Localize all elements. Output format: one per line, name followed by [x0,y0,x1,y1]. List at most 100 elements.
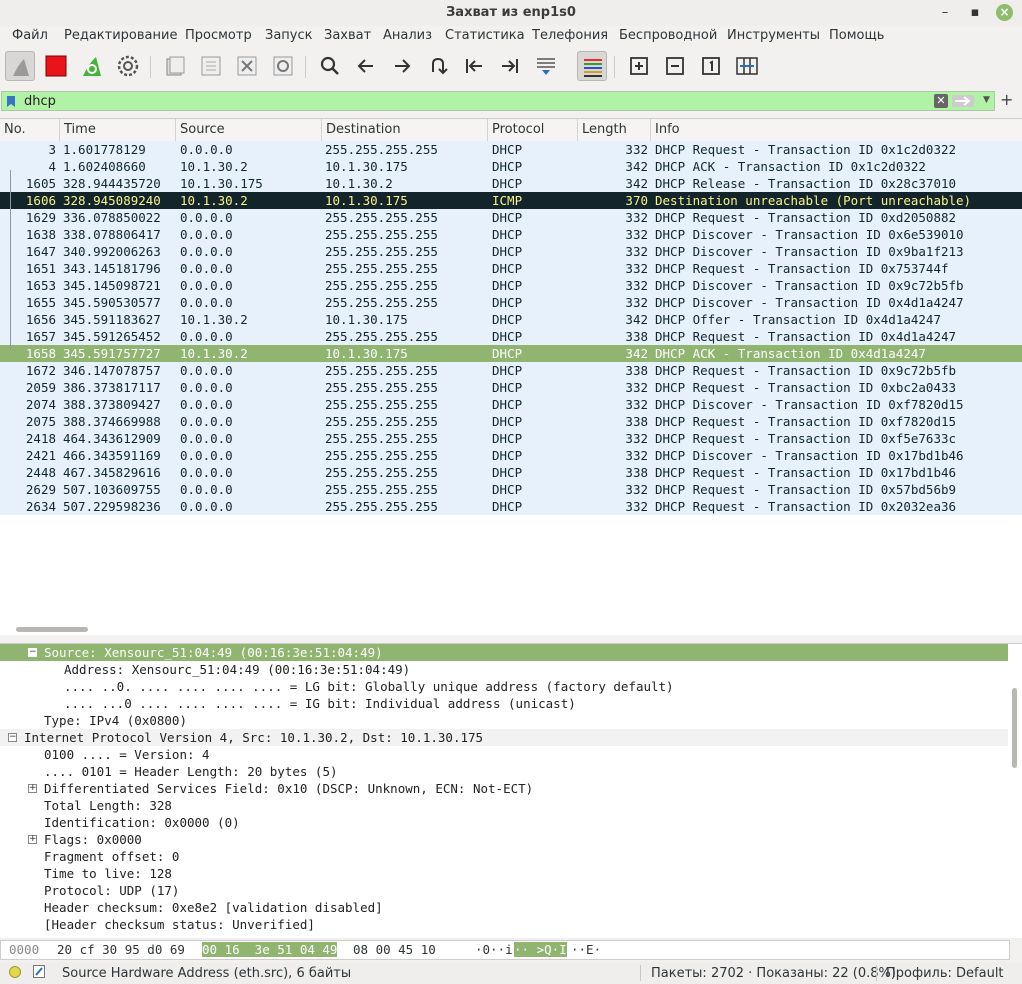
menu-tools[interactable]: Инструменты [727,28,820,43]
capture-comment-icon[interactable] [33,965,45,978]
detail-row[interactable]: 0100 .... = Version: 4 [0,746,1008,763]
packet-row[interactable]: 1605 328.944435720 10.1.30.175 10.1.30.2 DHC… [0,175,1022,192]
expand-icon[interactable]: + [28,835,37,844]
menu-file[interactable]: Файл [12,28,48,43]
expert-info-icon[interactable] [9,966,21,978]
ascii-bytes-highlighted[interactable]: ·· >Q·I [514,942,567,957]
detail-row[interactable]: Identification: 0x0000 (0) [0,814,1008,831]
packet-row[interactable]: 4 1.602408660 10.1.30.2 10.1.30.175 DHCP 342 D… [0,158,1022,175]
zoom-in-button[interactable] [624,51,654,81]
collapse-icon[interactable]: − [8,733,17,742]
resize-columns-button[interactable] [732,51,762,81]
close-button[interactable]: × [996,4,1013,21]
detail-row[interactable]: Fragment offset: 0 [0,848,1008,865]
save-file-button[interactable] [196,51,226,81]
go-first-packet-button[interactable] [459,51,489,81]
packet-row[interactable]: 1658 345.591757727 10.1.30.2 10.1.30.175 DHC… [0,345,1022,362]
ascii-bytes[interactable]: ··E· [571,942,601,957]
packet-row[interactable]: 1651 343.145181796 0.0.0.0 255.255.255.255 D… [0,260,1022,277]
packet-row-selected[interactable]: 1606 328.945089240 10.1.30.2 10.1.30.175 ICM… [0,192,1022,209]
menu-telephony[interactable]: Телефония [532,28,608,43]
menu-view[interactable]: Просмотр [185,28,252,43]
detail-row[interactable]: − Source: Xensourc_51:04:49 (00:16:3e:51:… [0,644,1008,661]
display-filter-input[interactable] [24,92,929,110]
detail-row[interactable]: Time to live: 128 [0,865,1008,882]
start-capture-button[interactable] [5,51,35,81]
packet-row[interactable]: 2074 388.373809427 0.0.0.0 255.255.255.255 D… [0,396,1022,413]
column-header-info[interactable]: Info [651,119,1022,141]
column-header-destination[interactable]: Destination [322,119,488,141]
column-header-time[interactable]: Time [60,119,176,141]
bookmark-icon[interactable] [6,95,16,108]
detail-row[interactable]: + Differentiated Services Field: 0x10 (DS… [0,780,1008,797]
detail-row[interactable]: .... ...0 .... .... .... .... = IG bit: … [0,695,1008,712]
hex-bytes[interactable]: 20 cf 30 95 d0 69 [57,942,185,957]
detail-row[interactable]: − Internet Protocol Version 4, Src: 10.1.… [0,729,1008,746]
column-header-protocol[interactable]: Protocol [488,119,578,141]
apply-filter-button[interactable] [952,95,974,107]
vertical-scrollbar[interactable] [1012,688,1017,768]
packet-row[interactable]: 2634 507.229598236 0.0.0.0 255.255.255.255 D… [0,498,1022,515]
packet-row[interactable]: 2629 507.103609755 0.0.0.0 255.255.255.255 D… [0,481,1022,498]
packet-row[interactable]: 1653 345.145098721 0.0.0.0 255.255.255.255 D… [0,277,1022,294]
open-file-button[interactable] [160,51,190,81]
go-to-packet-button[interactable] [423,51,453,81]
menu-help[interactable]: Помощь [829,28,884,43]
packet-row[interactable]: 1672 346.147078757 0.0.0.0 255.255.255.255 D… [0,362,1022,379]
packet-row[interactable]: 1647 340.992006263 0.0.0.0 255.255.255.255 D… [0,243,1022,260]
packet-row[interactable]: 1629 336.078850022 0.0.0.0 255.255.255.255 D… [0,209,1022,226]
menu-edit[interactable]: Редактирование [64,28,177,43]
minimize-button[interactable]: – [936,4,954,22]
menu-analyze[interactable]: Анализ [383,28,432,43]
menu-wireless[interactable]: Беспроводной [619,28,717,43]
go-back-button[interactable] [351,51,381,81]
filter-history-dropdown[interactable]: ▼ [983,95,990,105]
detail-row[interactable]: + Flags: 0x0000 [0,831,1008,848]
packet-row[interactable]: 2075 388.374669988 0.0.0.0 255.255.255.255 D… [0,413,1022,430]
detail-row[interactable]: Total Length: 328 [0,797,1008,814]
menu-capture[interactable]: Захват [324,28,371,43]
detail-row[interactable]: .... ..0. .... .... .... .... = LG bit: … [0,678,1008,695]
hex-bytes-highlighted[interactable]: 00 16 3e 51 04 49 [202,942,338,957]
packet-row[interactable]: 2448 467.345829616 0.0.0.0 255.255.255.255 D… [0,464,1022,481]
capture-options-button[interactable] [113,51,143,81]
packet-row[interactable]: 1638 338.078806417 0.0.0.0 255.255.255.255 D… [0,226,1022,243]
menu-go[interactable]: Запуск [265,28,313,43]
normal-size-button[interactable] [696,51,726,81]
menu-statistics[interactable]: Статистика [445,28,525,43]
restart-capture-button[interactable] [77,51,107,81]
detail-row[interactable]: [Header checksum status: Unverified] [0,916,1008,933]
maximize-button[interactable]: ▪ [966,4,984,22]
go-last-packet-button[interactable] [495,51,525,81]
column-header-source[interactable]: Source [176,119,322,141]
hex-bytes[interactable]: 08 00 45 10 [353,942,436,957]
detail-row[interactable]: Protocol: UDP (17) [0,882,1008,899]
column-header-no[interactable]: No. [0,119,60,141]
packet-row[interactable]: 2059 386.373817117 0.0.0.0 255.255.255.255 D… [0,379,1022,396]
autoscroll-button[interactable] [531,51,561,81]
find-packet-button[interactable] [315,51,345,81]
detail-row[interactable]: Header checksum: 0xe8e2 [validation disa… [0,899,1008,916]
colorize-button[interactable] [577,51,607,81]
status-profile[interactable]: Профиль: Default [886,966,1004,981]
reload-file-button[interactable] [268,51,298,81]
horizontal-scrollbar[interactable] [16,627,88,632]
detail-row[interactable]: .... 0101 = Header Length: 20 bytes (5) [0,763,1008,780]
packet-row[interactable]: 2421 466.343591169 0.0.0.0 255.255.255.255 D… [0,447,1022,464]
column-header-length[interactable]: Length [578,119,651,141]
packet-row[interactable]: 3 1.601778129 0.0.0.0 255.255.255.255 DHCP 33… [0,141,1022,158]
clear-filter-icon[interactable]: ✕ [934,94,948,108]
go-forward-button[interactable] [387,51,417,81]
stop-capture-button[interactable] [41,51,71,81]
packet-row[interactable]: 2418 464.343612909 0.0.0.0 255.255.255.255 D… [0,430,1022,447]
packet-row[interactable]: 1656 345.591183627 10.1.30.2 10.1.30.175 DHC… [0,311,1022,328]
close-file-button[interactable] [232,51,262,81]
packet-row[interactable]: 1655 345.590530577 0.0.0.0 255.255.255.255 D… [0,294,1022,311]
detail-row[interactable]: Type: IPv4 (0x0800) [0,712,1008,729]
packet-row[interactable]: 1657 345.591265452 0.0.0.0 255.255.255.255 D… [0,328,1022,345]
add-filter-button[interactable]: + [1000,90,1013,109]
collapse-icon[interactable]: − [28,648,37,657]
detail-row[interactable]: Address: Xensourc_51:04:49 (00:16:3e:51:… [0,661,1008,678]
zoom-out-button[interactable] [660,51,690,81]
expand-icon[interactable]: + [28,784,37,793]
